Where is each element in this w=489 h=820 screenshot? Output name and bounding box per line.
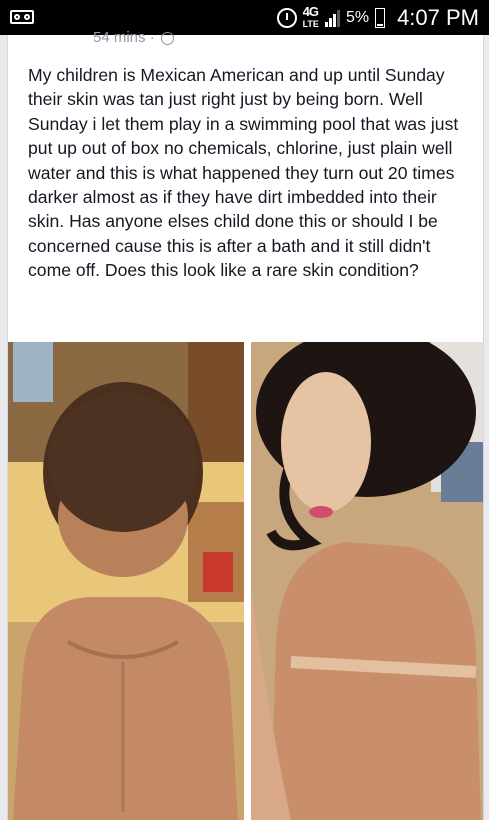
photo-gallery xyxy=(8,342,483,820)
child-back-photo-2-image xyxy=(251,342,483,820)
child-back-photo-1-image xyxy=(8,342,244,820)
post-text: My children is Mexican American and up u… xyxy=(28,65,459,281)
network-type: 4G LTE xyxy=(302,3,319,30)
battery-percentage: 5% xyxy=(345,8,370,26)
system-indicators: 4G LTE 5% 4:07 PM xyxy=(276,0,479,35)
network-sub-label: LTE xyxy=(302,18,319,29)
photo-1[interactable] xyxy=(8,342,244,820)
post-card: 54 mins · My children is Mexican America… xyxy=(7,29,484,820)
post-timestamp[interactable]: 54 mins · xyxy=(93,29,174,46)
post-timestamp-text: 54 mins · xyxy=(93,29,155,46)
status-bar: 4G LTE 5% 4:07 PM xyxy=(0,0,489,35)
network-label: 4G xyxy=(302,3,319,19)
voicemail-icon xyxy=(10,10,34,24)
notification-area xyxy=(10,10,34,24)
battery-icon xyxy=(375,7,386,28)
clock: 4:07 PM xyxy=(397,4,479,30)
privacy-icon xyxy=(160,31,174,45)
photo-2[interactable] xyxy=(251,342,483,820)
alarm-icon xyxy=(276,7,297,28)
signal-icon xyxy=(324,9,340,27)
